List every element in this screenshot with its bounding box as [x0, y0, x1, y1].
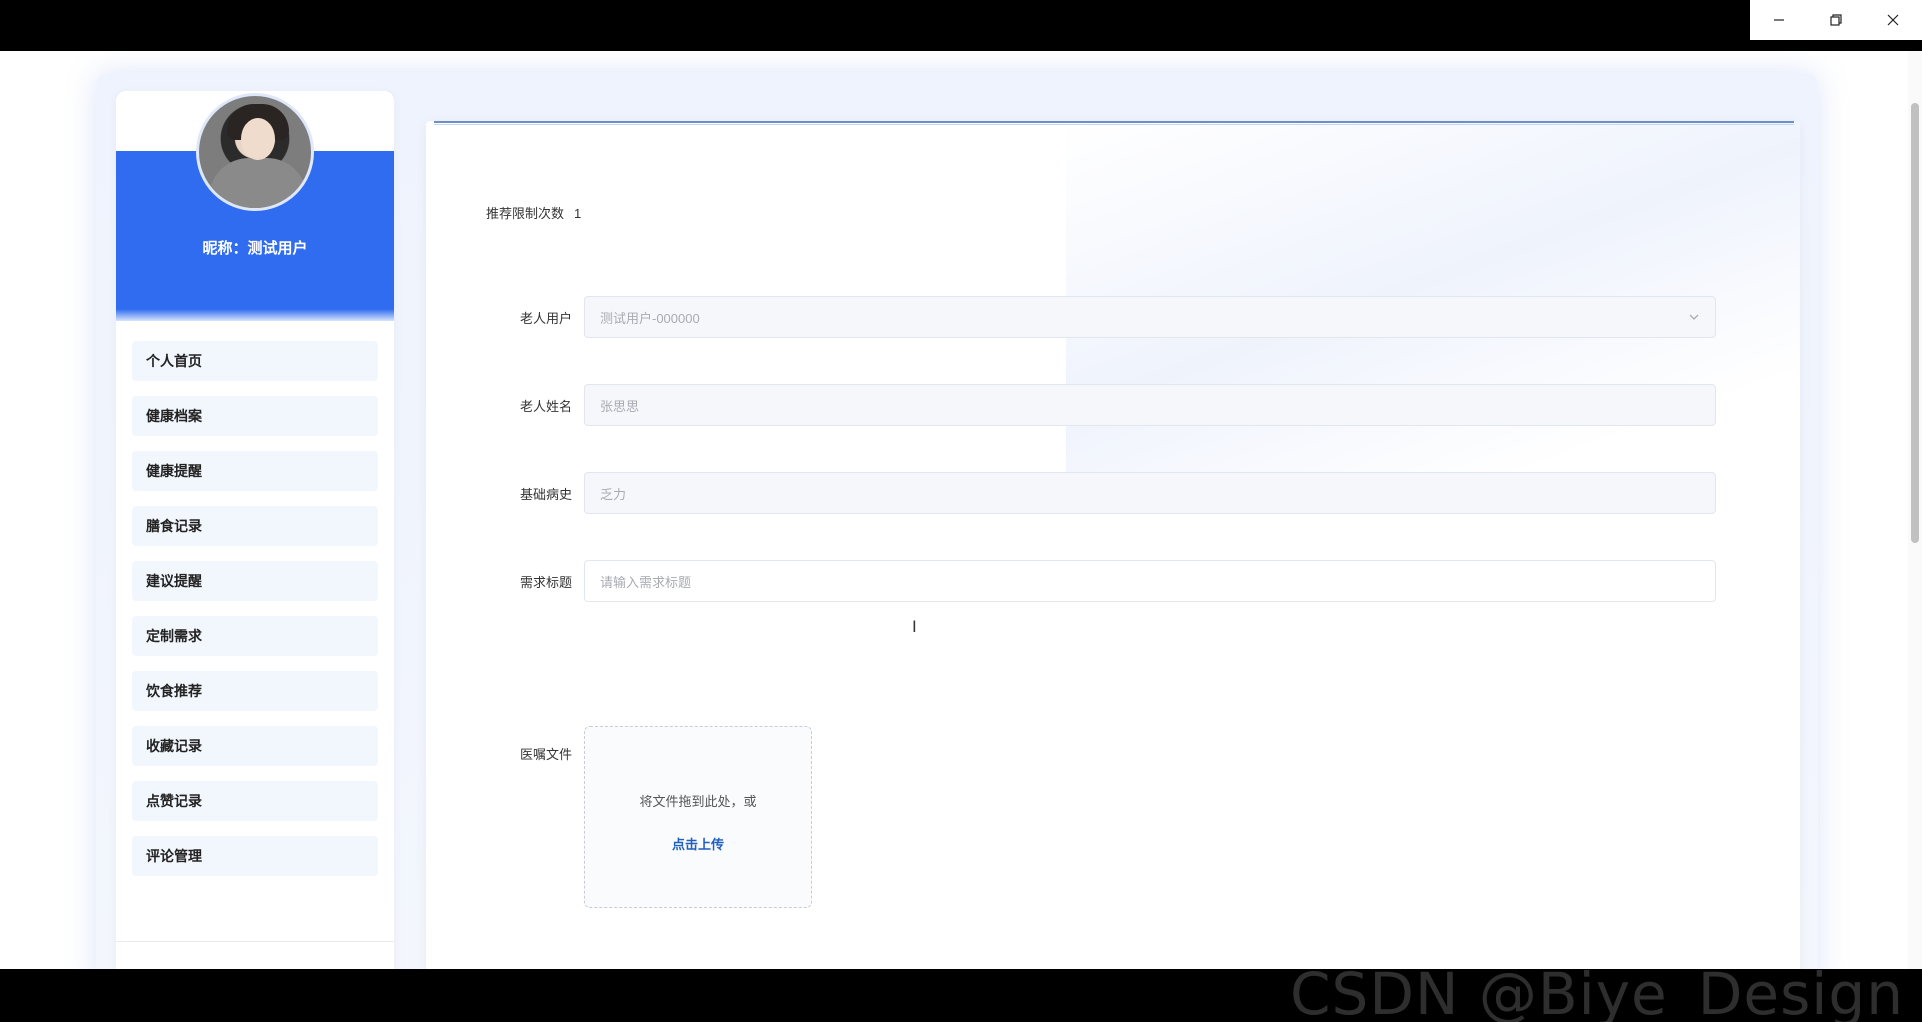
elderly-user-select[interactable]: 测试用户-000000	[584, 296, 1716, 338]
sidebar-item-suggestions[interactable]: 建议提醒	[132, 561, 378, 601]
minimize-button[interactable]	[1750, 0, 1807, 40]
form-row-medical-history: 基础病史 乏力	[486, 472, 1746, 514]
elderly-name-field[interactable]: 张思思	[584, 384, 1716, 426]
avatar[interactable]	[196, 93, 314, 211]
restore-button[interactable]	[1807, 0, 1864, 40]
medical-history-label: 基础病史	[519, 486, 572, 502]
scrollbar-thumb[interactable]	[1911, 103, 1919, 543]
form-row-elderly-user: 老人用户 测试用户-000000	[486, 296, 1746, 338]
elderly-name-label: 老人姓名	[519, 398, 572, 414]
sidebar-menu: 个人首页 健康档案 健康提醒 膳食记录 建议提醒 定制需求 饮食推荐 收藏记录 …	[116, 321, 394, 876]
watermark: CSDN @Biye_Design	[1290, 960, 1904, 1022]
close-button[interactable]	[1865, 0, 1922, 40]
sidebar-item-diet-recommend[interactable]: 饮食推荐	[132, 671, 378, 711]
limit-value: 1	[574, 206, 582, 221]
window-controls	[1750, 0, 1922, 40]
restore-icon	[1830, 14, 1842, 26]
sidebar-item-health-reminders[interactable]: 健康提醒	[132, 451, 378, 491]
page-viewport: 昵称：测试用户 个人首页 健康档案 健康提醒 膳食记录 建议提醒 定制需求 饮食…	[0, 51, 1922, 969]
sidebar-item-custom-requests[interactable]: 定制需求	[132, 616, 378, 656]
divider	[116, 941, 394, 942]
file-upload-dropzone[interactable]: 将文件拖到此处，或 点击上传	[584, 726, 812, 908]
sidebar-item-likes[interactable]: 点赞记录	[132, 781, 378, 821]
chevron-down-icon	[1689, 314, 1699, 320]
form-row-elderly-name: 老人姓名 张思思	[486, 384, 1746, 426]
profile-card: 昵称：测试用户	[116, 91, 394, 321]
sidebar-item-home[interactable]: 个人首页	[132, 341, 378, 381]
sidebar-item-favorites[interactable]: 收藏记录	[132, 726, 378, 766]
medical-file-label: 医嘱文件	[519, 747, 572, 762]
elderly-user-value: 测试用户-000000	[600, 310, 700, 326]
recommend-limit: 推荐限制次数 1	[486, 203, 581, 222]
limit-label: 推荐限制次数	[486, 206, 565, 221]
elderly-user-label: 老人用户	[519, 310, 572, 326]
text-cursor-icon: I	[912, 617, 917, 636]
form-row-request-title: 需求标题 请输入需求标题	[486, 560, 1746, 602]
request-title-input[interactable]: 请输入需求标题	[584, 560, 1716, 602]
upload-link[interactable]: 点击上传	[672, 834, 724, 853]
medical-history-field[interactable]: 乏力	[584, 472, 1716, 514]
top-black-bar	[0, 0, 1922, 51]
sidebar-item-comments[interactable]: 评论管理	[132, 836, 378, 876]
minimize-icon	[1773, 19, 1784, 21]
scrollbar[interactable]	[1908, 51, 1922, 969]
sidebar-item-meal-records[interactable]: 膳食记录	[132, 506, 378, 546]
form-row-medical-file: 医嘱文件 将文件拖到此处，或 点击上传	[486, 726, 812, 908]
request-title-placeholder: 请输入需求标题	[600, 574, 692, 590]
sidebar-item-health-records[interactable]: 健康档案	[132, 396, 378, 436]
request-title-label: 需求标题	[519, 574, 572, 590]
elderly-name-value: 张思思	[600, 398, 640, 414]
user-sidebar: 昵称：测试用户 个人首页 健康档案 健康提醒 膳食记录 建议提醒 定制需求 饮食…	[116, 91, 394, 969]
request-form-panel: 推荐限制次数 1 老人用户 测试用户-000000 老人姓名 张思思 基础病史 乏…	[426, 121, 1800, 969]
medical-history-value: 乏力	[600, 486, 627, 502]
nickname: 昵称：测试用户	[202, 240, 308, 257]
upload-drag-text: 将文件拖到此处，或	[639, 794, 757, 809]
divider	[434, 121, 1794, 125]
close-icon	[1887, 14, 1899, 26]
